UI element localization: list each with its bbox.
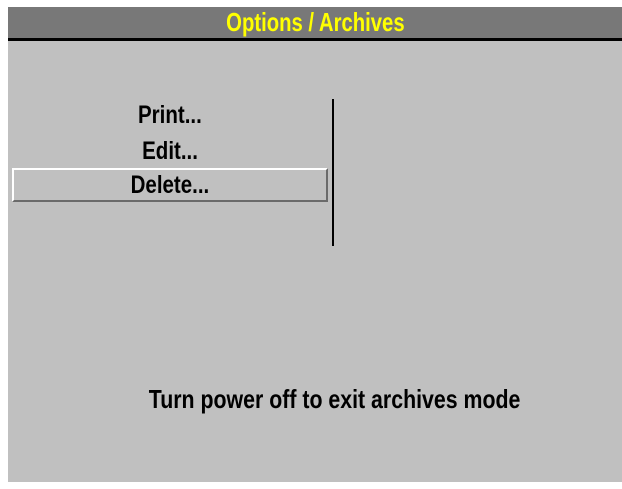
menu-divider (332, 99, 334, 246)
menu-item-label: Delete... (130, 170, 210, 199)
archives-screen: Options / Archives Print... Edit... Dele… (8, 7, 622, 482)
exit-instruction: Turn power off to exit archives mode (8, 384, 622, 415)
exit-instruction-text: Turn power off to exit archives mode (149, 384, 521, 414)
menu-item-delete[interactable]: Delete... (12, 168, 328, 202)
menu-item-edit[interactable]: Edit... (12, 134, 328, 168)
menu-item-print[interactable]: Print... (12, 98, 328, 132)
menu-item-label: Edit... (142, 136, 198, 165)
screen-title: Options / Archives (225, 7, 405, 37)
menu-item-label: Print... (138, 100, 202, 129)
title-bar: Options / Archives (8, 7, 622, 41)
